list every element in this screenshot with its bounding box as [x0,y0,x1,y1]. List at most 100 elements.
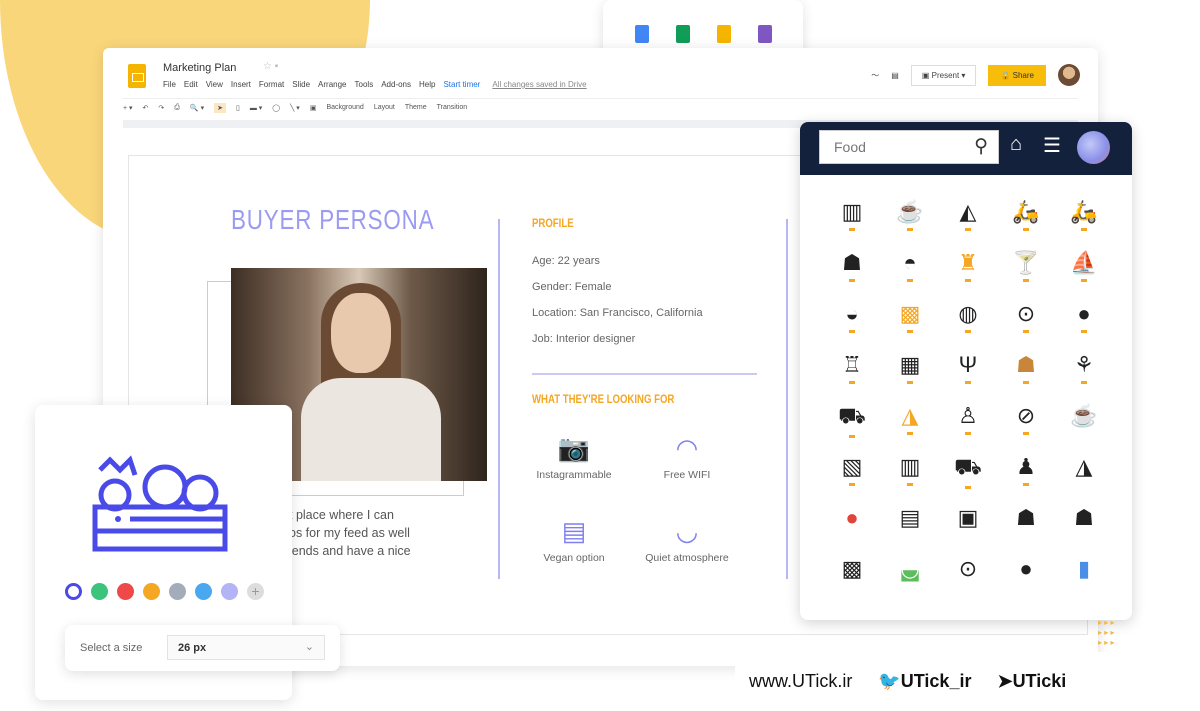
activity-icon[interactable]: 〜 [871,70,879,81]
icon-cell[interactable]: ● [823,505,881,556]
icon-cell[interactable]: ▧ [823,454,881,505]
color-swatch[interactable] [143,583,160,600]
icon-cell[interactable]: ◮ [881,403,939,454]
user-avatar[interactable] [1077,131,1110,164]
icon-cell[interactable]: ▥ [823,199,881,250]
icon-cell[interactable]: ⊙ [997,301,1055,352]
menu-edit[interactable]: Edit [184,80,198,89]
icon-cell[interactable]: ◒ [823,301,881,352]
plate-cutlery-icon: ⊙ [1016,301,1036,326]
icon-cell[interactable]: ♟ [997,454,1055,505]
layout-button[interactable]: Layout [374,104,395,111]
size-select[interactable]: 26 px ⌄ [167,635,325,660]
save-status[interactable]: All changes saved in Drive [492,80,586,89]
color-swatch[interactable] [65,583,82,600]
icon-cell[interactable]: ☗ [997,352,1055,403]
menu-format[interactable]: Format [259,80,284,89]
menu-insert[interactable]: Insert [231,80,251,89]
icon-cell[interactable]: Ψ [939,352,997,403]
menu-arrange[interactable]: Arrange [318,80,346,89]
icon-cell[interactable]: ● [1055,301,1113,352]
start-timer-link[interactable]: Start timer [443,80,480,89]
menu-tools[interactable]: Tools [355,80,374,89]
icon-cell[interactable]: 🛵 [997,199,1055,250]
icon-cell[interactable]: ▣ [939,505,997,556]
menu-help[interactable]: Help [419,80,435,89]
icon-cell[interactable]: ♖ [823,352,881,403]
print-icon[interactable]: ⎙ [174,104,180,112]
slides-icon[interactable] [716,25,731,43]
undo-icon[interactable]: ↶ [143,104,149,112]
feature-label: Quiet atmosphere [645,552,729,564]
icon-cell[interactable]: ⛟ [939,454,997,505]
icon-cell[interactable]: ▦ [881,352,939,403]
color-swatch[interactable] [169,583,186,600]
sheets-icon[interactable] [675,25,690,43]
highlight-dot [1081,381,1087,384]
theme-button[interactable]: Theme [405,104,427,111]
icon-cell[interactable]: ◍ [939,301,997,352]
textbox-icon[interactable]: ▯ [236,104,240,112]
star-icon[interactable]: ☆ ▪ [263,61,278,72]
menu-file[interactable]: File [163,80,176,89]
icon-cell[interactable]: ▤ [881,505,939,556]
image-icon[interactable]: ▬ ▾ [250,104,262,112]
transition-button[interactable]: Transition [437,104,467,111]
menu-slide[interactable]: Slide [292,80,310,89]
icon-cell[interactable]: ▮ [1055,556,1113,607]
icon-cell[interactable]: ◛ [881,556,939,607]
quote-line: t place where I can [289,508,394,522]
line-icon[interactable]: ╲ ▾ [290,104,300,112]
docs-icon[interactable] [634,25,649,43]
background-button[interactable]: Background [326,104,363,111]
icon-cell[interactable]: ⊘ [997,403,1055,454]
home-icon[interactable]: ⌂ [1010,133,1022,156]
add-color-button[interactable]: + [247,583,264,600]
feature-wifi: ◠ Free WIFI [632,433,742,481]
shape-icon[interactable]: ◯ [272,104,280,112]
icon-cell[interactable]: ☗ [997,505,1055,556]
slides-logo-icon[interactable] [128,64,146,88]
icon-cell[interactable]: 🛵 [1055,199,1113,250]
icon-cell[interactable]: ☕ [881,199,939,250]
color-swatch[interactable] [195,583,212,600]
menu-addons[interactable]: Add-ons [381,80,411,89]
toast-icon: ▩ [899,301,921,326]
search-icon[interactable]: ⚲ [974,135,988,158]
icon-cell[interactable]: ▩ [881,301,939,352]
icon-cell[interactable]: ☗ [823,250,881,301]
forms-icon[interactable] [757,25,772,43]
icon-cell[interactable]: ☕ [1055,403,1113,454]
share-button[interactable]: 🔒 Share [988,64,1046,86]
icon-cell[interactable]: ☗ [1055,505,1113,556]
settings-sliders-icon[interactable]: ☰ [1043,133,1061,158]
watermark-telegram: ➤UTicki [997,671,1066,692]
icon-cell[interactable]: ⚘ [1055,352,1113,403]
icon-cell[interactable]: ● [997,556,1055,607]
color-swatch[interactable] [117,583,134,600]
present-button[interactable]: ▣ Present ▾ [910,64,977,86]
icon-cell[interactable]: ⛟ [823,403,881,454]
menu-view[interactable]: View [206,80,223,89]
icon-cell[interactable]: ♙ [939,403,997,454]
comment-icon[interactable]: ▤ [891,71,899,80]
icon-cell[interactable]: ◭ [939,199,997,250]
icon-cell[interactable]: 🍸 [997,250,1055,301]
icon-cell[interactable]: ◮ [1055,454,1113,505]
icon-cell[interactable]: ⛵ [1055,250,1113,301]
zoom-icon[interactable]: 🔍 ▾ [190,104,204,112]
color-swatch[interactable] [91,583,108,600]
select-icon[interactable]: ➤ [214,102,226,113]
doc-title[interactable]: Marketing Plan [163,62,236,74]
color-swatch[interactable] [221,583,238,600]
icon-search-input[interactable]: Food ⚲ [819,130,999,164]
icon-cell[interactable]: ◓ [881,250,939,301]
new-slide-icon[interactable]: + ▾ [123,104,133,112]
user-avatar[interactable] [1058,64,1080,86]
icon-cell[interactable]: ▩ [823,556,881,607]
icon-cell[interactable]: ⊙ [939,556,997,607]
redo-icon[interactable]: ↷ [158,104,164,112]
icon-cell[interactable]: ▥ [881,454,939,505]
comment-add-icon[interactable]: ▣ [310,104,317,112]
icon-cell[interactable]: ♜ [939,250,997,301]
